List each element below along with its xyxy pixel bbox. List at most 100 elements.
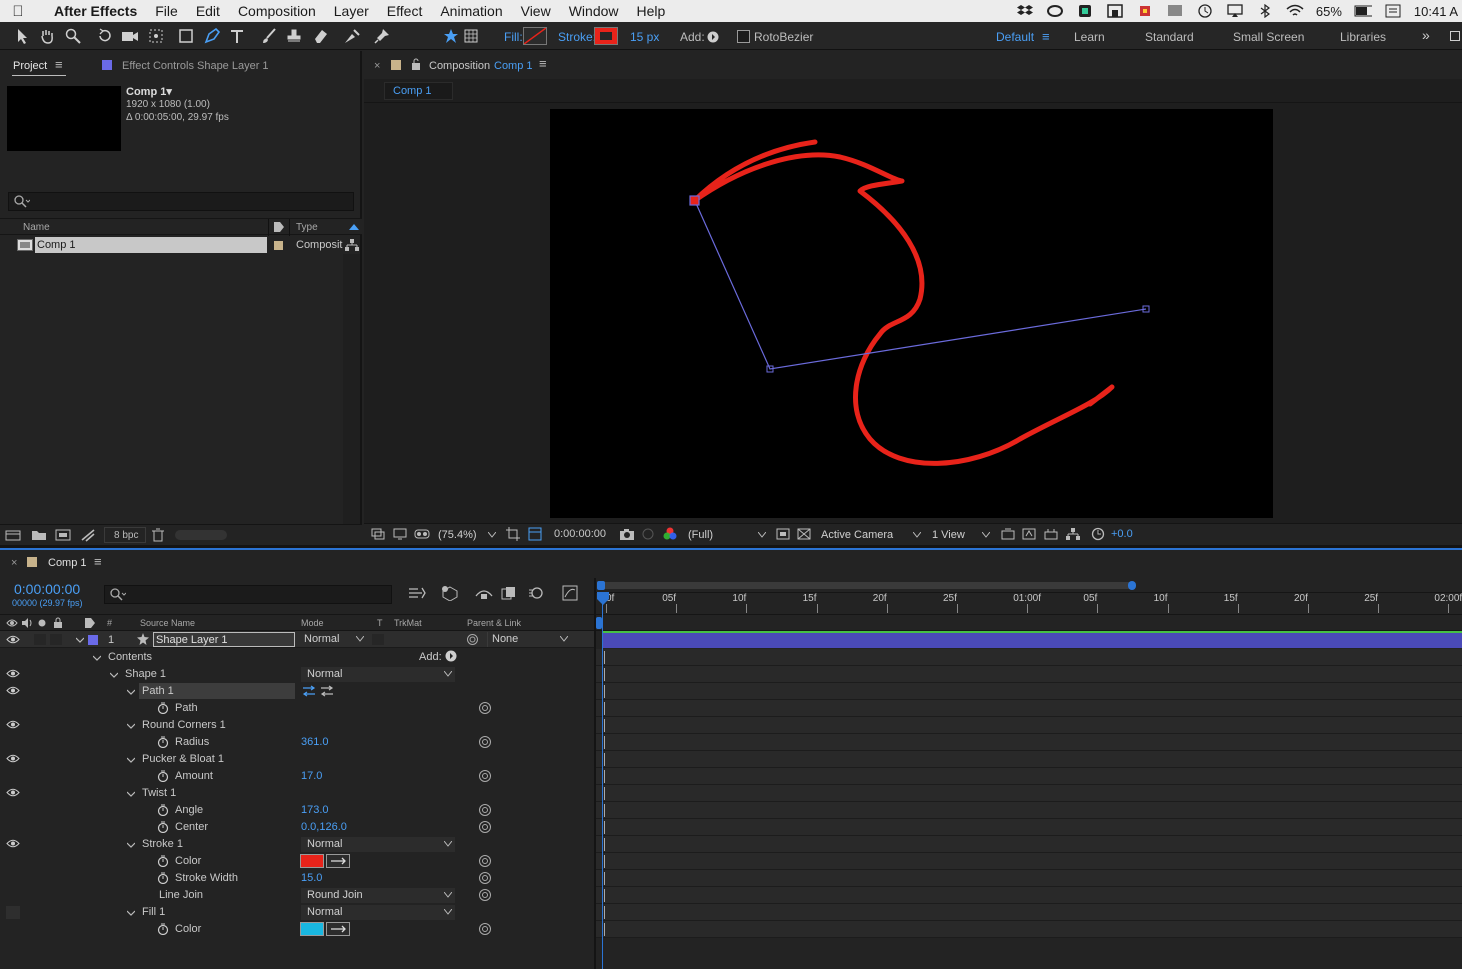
bit-depth-button[interactable]: 8 bpc bbox=[104, 527, 146, 543]
camera-dropdown[interactable]: Active Camera bbox=[819, 527, 923, 543]
fill1-mode-dropdown[interactable]: Normal bbox=[301, 905, 455, 920]
layer-mode-dropdown[interactable]: Normal bbox=[301, 632, 366, 647]
prop-contents-row[interactable]: Contents Add: bbox=[0, 649, 594, 666]
timeline-tab[interactable]: Comp 1 bbox=[48, 557, 87, 569]
hand-tool-icon[interactable] bbox=[38, 27, 56, 45]
delete-trash-icon[interactable] bbox=[152, 528, 164, 542]
zoom-tool-icon[interactable] bbox=[64, 27, 82, 45]
thumbnail-size-slider[interactable] bbox=[175, 530, 227, 540]
prop-fill-color-row[interactable]: Color bbox=[0, 921, 594, 938]
pucker-eye-icon[interactable] bbox=[6, 754, 20, 763]
col-hash[interactable]: # bbox=[107, 618, 112, 628]
path1-chevron-icon[interactable] bbox=[127, 688, 135, 696]
project-item-comp1[interactable]: Comp 1 Composit bbox=[0, 236, 362, 254]
layer-row-shape-layer-1[interactable]: 1 Shape Layer 1 Normal None bbox=[0, 631, 594, 648]
shape1-chevron-icon[interactable] bbox=[110, 671, 118, 679]
prop-stroke-color-row[interactable]: Color bbox=[0, 853, 594, 870]
region-of-interest-icon[interactable] bbox=[506, 527, 520, 541]
amount-stopwatch-icon[interactable] bbox=[157, 770, 169, 782]
property-timeline-row[interactable] bbox=[596, 853, 1462, 870]
show-snapshot-icon[interactable] bbox=[641, 528, 655, 540]
stroke-width-value[interactable]: 15 px bbox=[630, 30, 659, 44]
menu-view[interactable]: View bbox=[521, 3, 551, 19]
path-stopwatch-icon[interactable] bbox=[157, 702, 169, 714]
creative-cloud-icon[interactable] bbox=[1046, 3, 1064, 19]
more-workspaces-icon[interactable]: » bbox=[1422, 27, 1430, 43]
round-corners-eye-icon[interactable] bbox=[6, 720, 20, 729]
current-time-indicator-head[interactable] bbox=[597, 592, 609, 606]
radius-expression-pickwhip-icon[interactable] bbox=[478, 735, 492, 749]
stroke-color-swatch[interactable] bbox=[300, 854, 324, 868]
property-timeline-row[interactable] bbox=[596, 734, 1462, 751]
prop-shape1-row[interactable]: Shape 1 Normal bbox=[0, 666, 594, 683]
workspace-menu-icon[interactable]: ≡ bbox=[1042, 29, 1050, 44]
rectangle-tool-icon[interactable] bbox=[177, 27, 195, 45]
puppet-pin-tool-icon[interactable] bbox=[373, 27, 391, 45]
stroke-color-stopwatch-icon[interactable] bbox=[157, 855, 169, 867]
twist-chevron-icon[interactable] bbox=[127, 790, 135, 798]
property-timeline-row[interactable] bbox=[596, 666, 1462, 683]
prop-amount-row[interactable]: Amount 17.0 bbox=[0, 768, 594, 785]
clone-stamp-tool-icon[interactable] bbox=[285, 27, 303, 45]
sort-arrow-icon[interactable] bbox=[349, 224, 359, 230]
path-direction-normal-icon[interactable] bbox=[302, 685, 316, 697]
stroke1-mode-dropdown[interactable]: Normal bbox=[301, 837, 455, 852]
fill-color-swatch[interactable] bbox=[300, 922, 324, 936]
prop-round-corners-row[interactable]: Round Corners 1 bbox=[0, 717, 594, 734]
preserve-transparency-toggle[interactable] bbox=[372, 634, 384, 645]
menu-composition[interactable]: Composition bbox=[238, 3, 316, 19]
layer-label-color[interactable] bbox=[88, 635, 98, 645]
toggle-mask-icon[interactable] bbox=[797, 528, 811, 540]
motion-blur-icon[interactable] bbox=[528, 586, 544, 600]
property-timeline-row[interactable] bbox=[596, 717, 1462, 734]
visibility-eye-icon[interactable] bbox=[6, 635, 20, 644]
time-ruler[interactable]: 0f 05f 10f 15f 20f 25f 01:00f 05f 10f 15f 20f 25f 02… bbox=[596, 578, 1462, 614]
audio-header-icon[interactable] bbox=[21, 618, 33, 628]
layer-duration-bar[interactable] bbox=[603, 631, 1462, 648]
label-tag-icon[interactable] bbox=[273, 221, 285, 233]
fill-swatch[interactable] bbox=[523, 27, 547, 45]
display-icon[interactable] bbox=[1166, 3, 1184, 19]
label-header-icon[interactable] bbox=[84, 617, 96, 629]
prop-stroke1-row[interactable]: Stroke 1 Normal bbox=[0, 836, 594, 853]
stroke-width-expression-pickwhip-icon[interactable] bbox=[478, 871, 492, 885]
work-area-bar[interactable] bbox=[598, 582, 1132, 589]
exposure-value[interactable]: +0.0 bbox=[1111, 528, 1133, 540]
istat-icon[interactable] bbox=[1136, 3, 1154, 19]
path-vertex-1[interactable] bbox=[689, 195, 700, 206]
pucker-chevron-icon[interactable] bbox=[127, 756, 135, 764]
add-shape-icon[interactable] bbox=[704, 28, 722, 46]
prop-line-join-row[interactable]: Line Join Round Join bbox=[0, 887, 594, 904]
round-corners-chevron-icon[interactable] bbox=[127, 722, 135, 730]
menu-effect[interactable]: Effect bbox=[387, 3, 423, 19]
prop-center-row[interactable]: Center 0.0,126.0 bbox=[0, 819, 594, 836]
pick-whip-icon[interactable] bbox=[466, 633, 479, 646]
property-timeline-row[interactable] bbox=[596, 683, 1462, 700]
snapshot-camera-icon[interactable] bbox=[619, 528, 635, 540]
tab-composition-prefix[interactable]: Composition bbox=[429, 60, 490, 72]
comp-info-name[interactable]: Comp 1▾ bbox=[126, 85, 172, 98]
stroke-swatch[interactable] bbox=[594, 27, 618, 45]
roto-brush-tool-icon[interactable] bbox=[343, 27, 361, 45]
keyboard-icon[interactable] bbox=[1384, 3, 1402, 19]
grid-toggle-icon[interactable] bbox=[462, 27, 480, 45]
property-timeline-row[interactable] bbox=[596, 836, 1462, 853]
close-tab-icon[interactable]: × bbox=[374, 60, 380, 72]
add-contents-icon[interactable] bbox=[445, 650, 457, 662]
draft-3d-icon[interactable] bbox=[441, 585, 459, 601]
fill-label[interactable]: Fill: bbox=[504, 30, 523, 44]
property-timeline-row[interactable] bbox=[596, 819, 1462, 836]
workspace-learn[interactable]: Learn bbox=[1074, 30, 1105, 44]
battery-icon[interactable] bbox=[1354, 3, 1372, 19]
wifi-icon[interactable] bbox=[1286, 3, 1304, 19]
current-time-display[interactable]: 0:00:00:00 bbox=[14, 581, 80, 597]
flowchart-icon[interactable] bbox=[345, 239, 359, 251]
stroke1-chevron-icon[interactable] bbox=[127, 841, 135, 849]
label-color-chip[interactable] bbox=[274, 241, 283, 250]
always-preview-icon[interactable] bbox=[371, 528, 385, 540]
col-type[interactable]: Type bbox=[296, 222, 318, 233]
project-search-input[interactable] bbox=[8, 192, 354, 211]
video-switch-header-icon[interactable] bbox=[6, 618, 18, 628]
zoom-dropdown[interactable]: (75.4%) bbox=[436, 527, 498, 543]
project-scrollbar[interactable] bbox=[343, 254, 360, 524]
